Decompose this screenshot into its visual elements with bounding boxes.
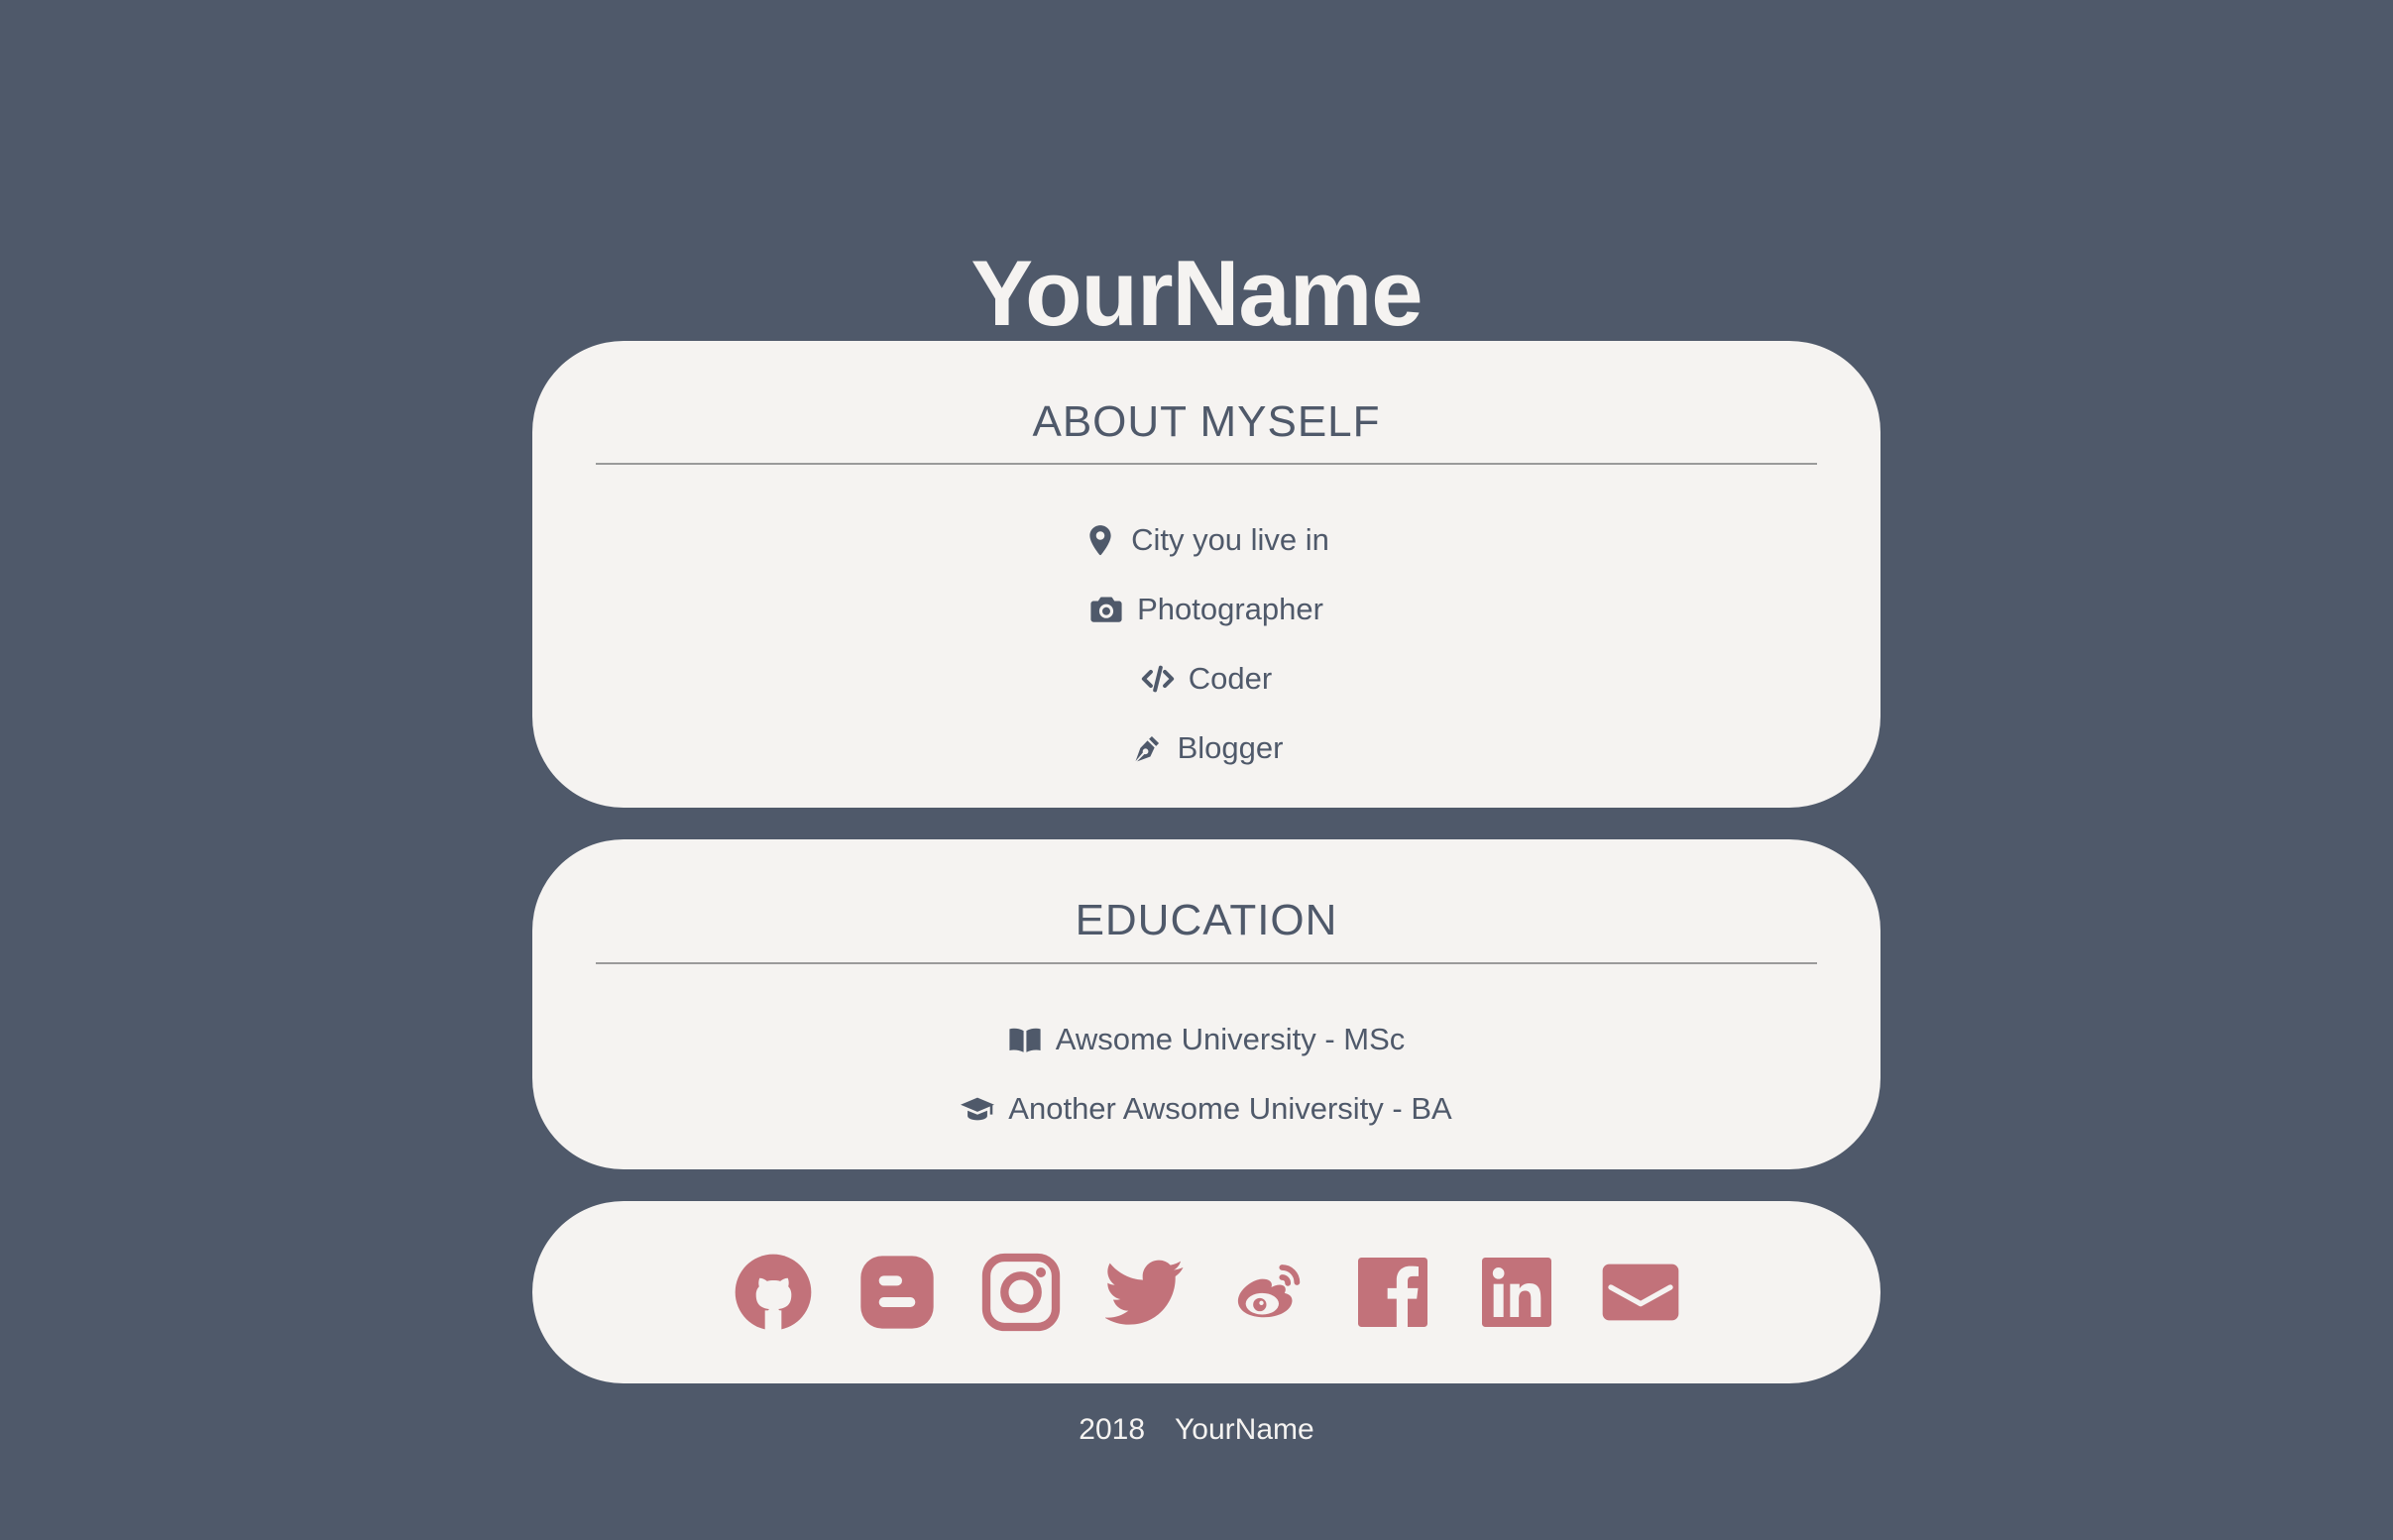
facebook-icon[interactable] bbox=[1353, 1253, 1432, 1332]
about-divider bbox=[596, 463, 1817, 465]
book-open-icon bbox=[1008, 1023, 1042, 1056]
about-card: ABOUT MYSELF City you live in Photograph… bbox=[532, 341, 1880, 808]
footer-name: YourName bbox=[1175, 1413, 1314, 1446]
about-item-label: Blogger bbox=[1177, 730, 1284, 765]
education-item-ba: Another Awsome University - BA bbox=[532, 1086, 1880, 1132]
camera-icon bbox=[1089, 593, 1123, 626]
about-heading: ABOUT MYSELF bbox=[1032, 397, 1381, 446]
about-item-blogger: Blogger bbox=[532, 725, 1880, 771]
education-divider bbox=[596, 962, 1817, 964]
social-card bbox=[532, 1201, 1880, 1383]
instagram-icon[interactable] bbox=[981, 1253, 1061, 1332]
footer-year: 2018 bbox=[1079, 1413, 1146, 1446]
page-title: YourName bbox=[970, 240, 1423, 345]
education-heading: EDUCATION bbox=[1075, 896, 1338, 944]
about-item-label: Photographer bbox=[1137, 592, 1323, 626]
graduation-cap-icon bbox=[961, 1092, 995, 1126]
map-marker-icon bbox=[1083, 523, 1117, 557]
education-card: EDUCATION Awsome University - MSc Anothe… bbox=[532, 839, 1880, 1169]
pen-nib-icon bbox=[1130, 731, 1164, 765]
about-item-photographer: Photographer bbox=[532, 587, 1880, 632]
about-item-label: Coder bbox=[1188, 661, 1273, 696]
blogger-icon[interactable] bbox=[857, 1253, 937, 1332]
code-icon bbox=[1141, 662, 1175, 696]
about-item-coder: Coder bbox=[532, 656, 1880, 702]
about-item-label: City you live in bbox=[1131, 522, 1329, 557]
education-item-msc: Awsome University - MSc bbox=[532, 1017, 1880, 1062]
github-icon[interactable] bbox=[734, 1253, 813, 1332]
weibo-icon[interactable] bbox=[1229, 1253, 1309, 1332]
twitter-icon[interactable] bbox=[1104, 1253, 1185, 1332]
about-item-city: City you live in bbox=[532, 517, 1880, 563]
education-item-label: Another Awsome University - BA bbox=[1008, 1091, 1452, 1126]
email-icon[interactable] bbox=[1601, 1253, 1680, 1332]
linkedin-icon[interactable] bbox=[1477, 1253, 1556, 1332]
footer: 2018 YourName bbox=[0, 1415, 2393, 1445]
education-item-label: Awsome University - MSc bbox=[1055, 1022, 1406, 1056]
social-links bbox=[532, 1201, 1880, 1383]
